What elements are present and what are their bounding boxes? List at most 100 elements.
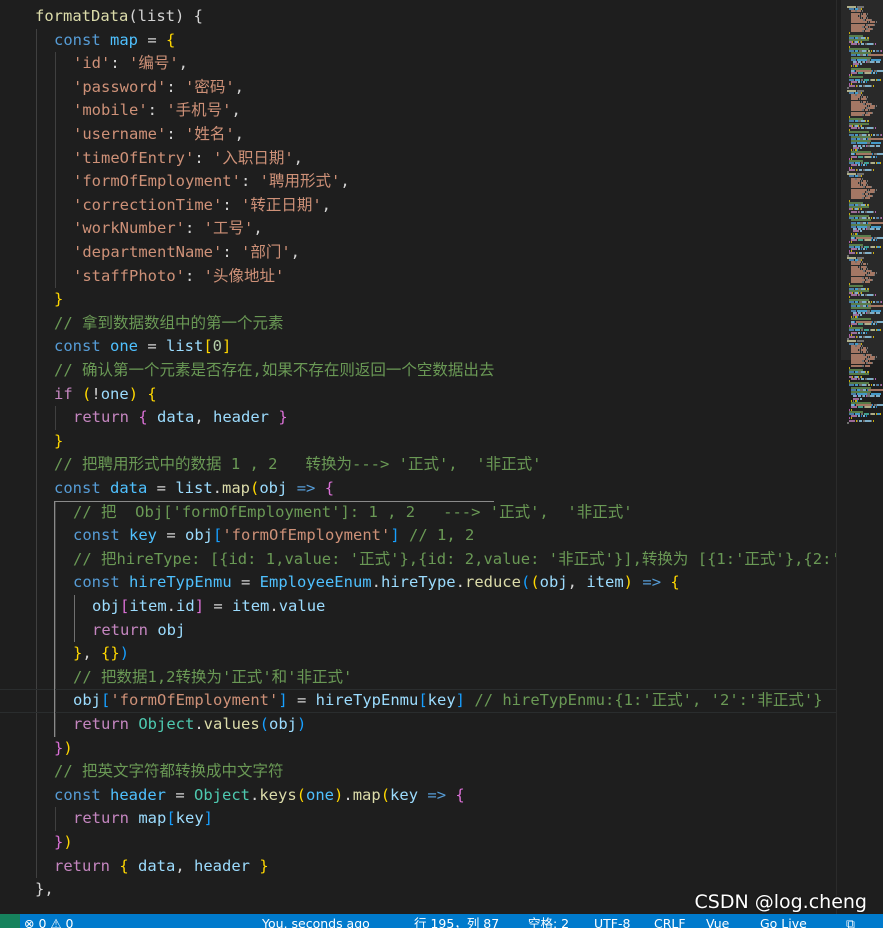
code-line[interactable]: } <box>0 430 63 454</box>
code-token: } <box>54 431 64 450</box>
minimap-segment <box>851 377 858 380</box>
minimap-segment <box>851 406 858 409</box>
minimap-segment <box>875 406 877 409</box>
code-line[interactable]: 'mobile': '手机号', <box>0 99 241 123</box>
code-line[interactable]: const one = list[0] <box>0 335 231 359</box>
code-line[interactable]: const data = list.map(obj => { <box>0 477 334 501</box>
code-line[interactable]: // 确认第一个元素是否存在,如果不存在则返回一个空数据出去 <box>0 359 494 383</box>
code-token: 'staffPhoto' <box>73 266 185 285</box>
code-token: 'formOfEmployment' <box>73 172 241 191</box>
minimap-segment <box>865 248 867 250</box>
code-line[interactable]: return map[key] <box>0 807 213 831</box>
code-token: header <box>194 856 251 875</box>
remote-indicator[interactable] <box>0 914 20 928</box>
code-line[interactable]: return { data, header } <box>0 855 269 879</box>
code-line[interactable]: // 拿到数据数组中的第一个元素 <box>0 312 284 336</box>
code-token: { <box>324 479 335 497</box>
minimap-segment <box>867 43 873 46</box>
minimap-segment <box>865 419 871 422</box>
code-token: ) <box>128 384 139 403</box>
code-line[interactable]: } <box>0 288 63 312</box>
minimap-segment <box>866 347 868 349</box>
code-line[interactable]: 'departmentName': '部门', <box>0 241 300 265</box>
end-of-line[interactable]: CRLF <box>654 915 686 928</box>
minimap-segment <box>865 72 871 74</box>
minimap-segment <box>857 239 864 242</box>
minimap-segment <box>858 85 863 88</box>
minimap-segment <box>859 146 863 149</box>
code-token: : <box>240 172 260 191</box>
minimap-segment <box>864 30 870 33</box>
minimap-segment <box>860 210 865 213</box>
code-token: ( <box>82 384 92 403</box>
minimap-segment <box>870 228 874 231</box>
minimap[interactable] <box>837 0 883 914</box>
minimap-segment <box>874 274 876 277</box>
minimap-segment <box>881 217 882 220</box>
code-line[interactable]: 'password': '密码', <box>0 76 244 100</box>
code-line[interactable]: formatData(list) { <box>0 5 203 29</box>
code-token: ) <box>63 833 73 851</box>
code-token: data <box>110 479 148 497</box>
problems-indicator[interactable]: ⊗ 0 ⚠ 0 <box>24 915 74 928</box>
code-line[interactable]: 'id': '编号', <box>0 52 188 76</box>
minimap-segment <box>874 190 876 193</box>
minimap-segment <box>859 230 863 233</box>
go-live-button[interactable]: Go Live <box>760 915 807 928</box>
code-token: => <box>296 479 316 497</box>
code-line[interactable]: // 把聘用形式中的数据 1 , 2 转换为---> '正式', '非正式' <box>0 453 541 477</box>
code-line[interactable]: 'workNumber': '工号', <box>0 217 263 241</box>
minimap-segment <box>880 245 882 248</box>
minimap-segment <box>880 329 882 332</box>
code-line[interactable]: 'formOfEmployment': '聘用形式', <box>0 170 350 194</box>
code-editor[interactable]: formatData(list) {const map = {'id': '编号… <box>0 0 837 914</box>
code-line[interactable]: 'staffPhoto': '头像地址' <box>0 265 284 289</box>
code-token: [ <box>166 809 176 828</box>
code-token: { <box>166 30 176 49</box>
code-line[interactable]: }) <box>0 737 73 761</box>
minimap-segment <box>851 239 858 242</box>
minimap-segment <box>865 331 867 334</box>
code-token: '工号' <box>203 219 254 238</box>
code-line[interactable]: const header = Object.keys(one).map(key … <box>0 784 465 808</box>
code-token: '入职日期' <box>213 148 294 167</box>
minimap-segment <box>851 30 862 33</box>
code-line[interactable]: if (!one) { <box>0 383 157 407</box>
minimap-segment <box>872 252 874 255</box>
code-token: . <box>250 785 260 804</box>
minimap-segment <box>872 195 874 198</box>
code-line[interactable]: 'username': '姓名', <box>0 123 244 147</box>
cursor-position[interactable]: 行 195，列 87 <box>414 915 499 928</box>
language-mode[interactable]: Vue <box>706 915 729 928</box>
file-encoding[interactable]: UTF-8 <box>594 915 630 928</box>
minimap-segment <box>875 144 881 147</box>
code-token: 0 <box>212 337 223 356</box>
code-token: ) <box>63 738 73 757</box>
code-line[interactable]: 'timeOfEntry': '入职日期', <box>0 147 303 171</box>
code-line[interactable]: const map = { <box>0 29 175 53</box>
minimap-segment <box>877 153 883 156</box>
indent-spaces[interactable]: 空格: 2 <box>528 915 569 928</box>
code-token: => <box>642 573 662 592</box>
minimap-segment <box>851 43 858 46</box>
minimap-segment <box>864 281 870 283</box>
code-token: const <box>54 785 110 804</box>
code-line[interactable]: // 把英文字符都转换成中文字符 <box>0 760 284 784</box>
code-line[interactable]: return { data, header } <box>0 406 288 430</box>
code-line[interactable]: }, <box>0 878 54 902</box>
code-line[interactable]: }) <box>0 831 73 855</box>
minimap-segment <box>872 419 874 422</box>
minimap-segment <box>871 329 875 332</box>
code-token: 'id' <box>73 54 111 73</box>
code-token: , <box>340 172 350 191</box>
code-line[interactable]: 'correctionTime': '转正日期', <box>0 194 331 218</box>
code-token: return <box>73 408 139 427</box>
feedback-icon[interactable]: ⧉ <box>846 915 855 928</box>
minimap-segment <box>865 164 867 167</box>
git-blame[interactable]: You, seconds ago <box>262 915 370 928</box>
watermark: CSDN @log.cheng <box>694 891 868 913</box>
code-token: // 把聘用形式中的数据 1 , 2 转换为---> '正式', '非正式' <box>54 455 542 474</box>
